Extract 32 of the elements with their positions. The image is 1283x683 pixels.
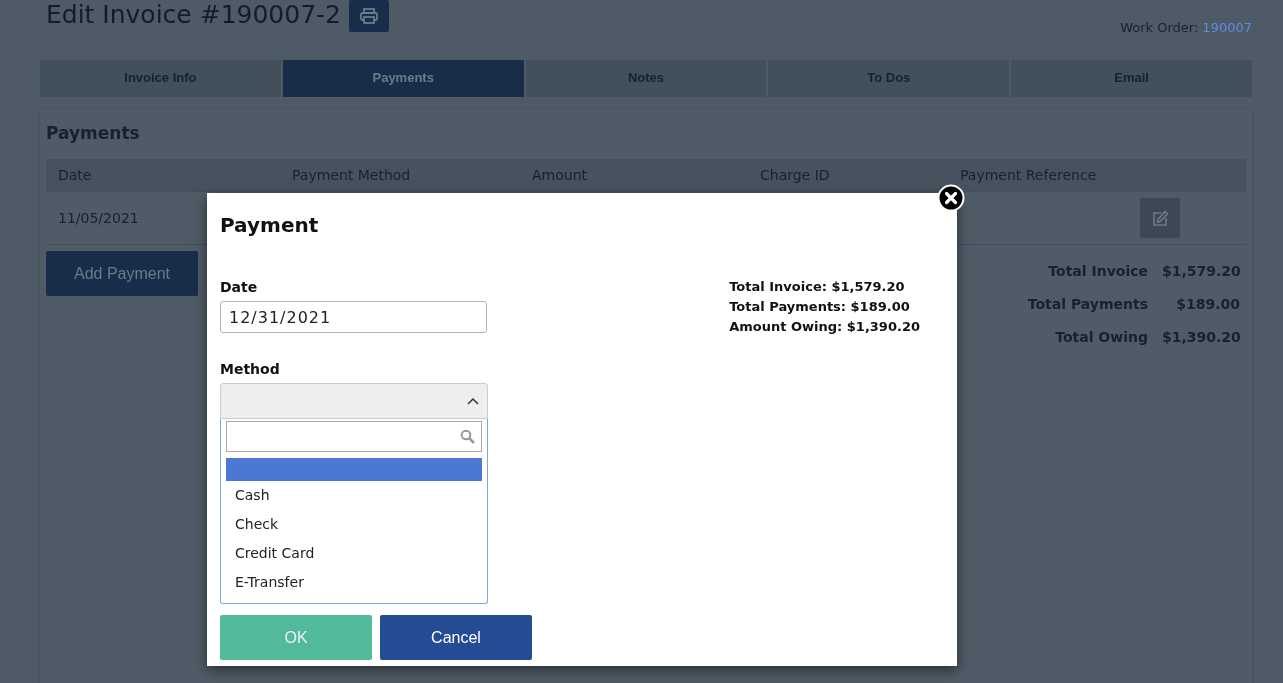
search-icon xyxy=(460,429,475,444)
method-select[interactable] xyxy=(220,383,488,419)
field-label: Date xyxy=(220,278,259,297)
work-order-label: Work Order: xyxy=(1120,19,1199,37)
dropdown-option[interactable]: Check xyxy=(226,510,482,539)
summary-line: Amount Owing: $1,390.20 xyxy=(729,318,920,336)
search-field[interactable] xyxy=(226,421,482,452)
work-order-link[interactable]: 190007 xyxy=(1202,18,1252,38)
edit-button[interactable] xyxy=(1140,198,1180,239)
ok-button[interactable]: OK xyxy=(220,615,372,660)
total-label: Total Invoice xyxy=(1047,262,1148,282)
section-heading: Payments xyxy=(46,122,141,143)
summary-line: Total Payments: $189.00 xyxy=(729,298,911,316)
total-label: Total Owing xyxy=(1054,328,1148,348)
add-payment-button[interactable]: Add Payment xyxy=(46,251,198,297)
tab[interactable]: Payments xyxy=(282,59,524,97)
dropdown-option[interactable]: E-Transfer xyxy=(226,568,482,597)
page-title: Edit Invoice #190007-2 xyxy=(46,0,341,30)
total-value: $1,579.20 xyxy=(1162,262,1240,282)
field-label: Method xyxy=(220,360,281,379)
print-button[interactable] xyxy=(349,0,389,32)
total-label: Total Payments xyxy=(1027,295,1148,315)
dropdown-option[interactable]: Cash xyxy=(226,481,482,510)
summary-line: Total Invoice: $1,579.20 xyxy=(729,278,906,296)
date-field[interactable]: 12/31/2021 xyxy=(220,301,487,333)
caret-icon xyxy=(467,397,479,405)
printer-icon xyxy=(360,8,378,24)
total-value: $1,390.20 xyxy=(1162,328,1240,348)
dropdown-option[interactable]: Credit Card xyxy=(226,539,482,568)
edit-icon xyxy=(1151,209,1169,227)
total-value: $189.00 xyxy=(1175,295,1240,315)
cancel-button[interactable]: Cancel xyxy=(380,615,532,660)
